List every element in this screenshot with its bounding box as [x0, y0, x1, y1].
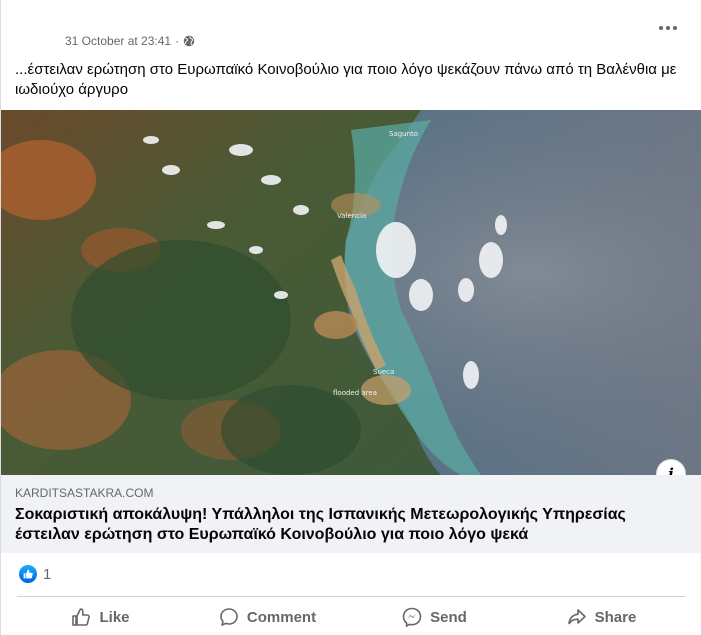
actions-divider [17, 596, 685, 597]
dot-icon [666, 26, 670, 30]
post-actions: Like Comment Send Share [17, 600, 685, 634]
messenger-icon [402, 607, 422, 627]
dot-icon [673, 26, 677, 30]
map-label-valencia: Valencia [337, 212, 366, 220]
send-label: Send [430, 608, 467, 626]
like-label: Like [99, 608, 130, 626]
comment-button[interactable]: Comment [184, 600, 351, 634]
like-icon [72, 608, 91, 626]
facebook-post: 31 October at 23:41 · ...έστειλαν ερώτησ… [0, 0, 701, 635]
comment-label: Comment [246, 608, 317, 626]
globe-icon [183, 35, 195, 47]
post-header: 31 October at 23:41 · [1, 0, 701, 54]
share-button[interactable]: Share [518, 600, 685, 634]
satellite-image[interactable]: Sagunto Valencia Sueca flooded area i [1, 110, 701, 475]
satellite-image-graphic: Sagunto Valencia Sueca flooded area [1, 110, 701, 475]
post-text: ...έστειλαν ερώτηση στο Ευρωπαϊκό Κοινοβ… [15, 61, 677, 98]
reaction-count: 1 [43, 565, 52, 583]
map-label-sueca: Sueca [373, 368, 394, 376]
thumbs-up-icon [23, 569, 33, 579]
share-icon [567, 609, 586, 625]
share-label: Share [594, 608, 637, 626]
link-title[interactable]: Σοκαριστική αποκάλυψη! Υπάλληλοι της Ισπ… [15, 505, 688, 545]
post-timestamp[interactable]: 31 October at 23:41 · [65, 34, 195, 48]
more-options-button[interactable] [656, 18, 680, 38]
timestamp-separator: · [175, 34, 180, 48]
reactions-summary[interactable]: 1 [19, 565, 51, 583]
comment-icon [220, 608, 238, 626]
map-label-sagunto: Sagunto [389, 130, 418, 138]
like-reaction-icon [19, 565, 37, 583]
like-button[interactable]: Like [17, 600, 184, 634]
timestamp-text[interactable]: 31 October at 23:41 [65, 34, 171, 48]
send-button[interactable]: Send [351, 600, 518, 634]
link-preview-card[interactable]: KARDITSASTAKRA.COM Σοκαριστική αποκάλυψη… [1, 475, 701, 553]
map-label-flooded: flooded area [333, 389, 377, 397]
dot-icon [659, 26, 663, 30]
link-domain: KARDITSASTAKRA.COM [15, 486, 154, 500]
